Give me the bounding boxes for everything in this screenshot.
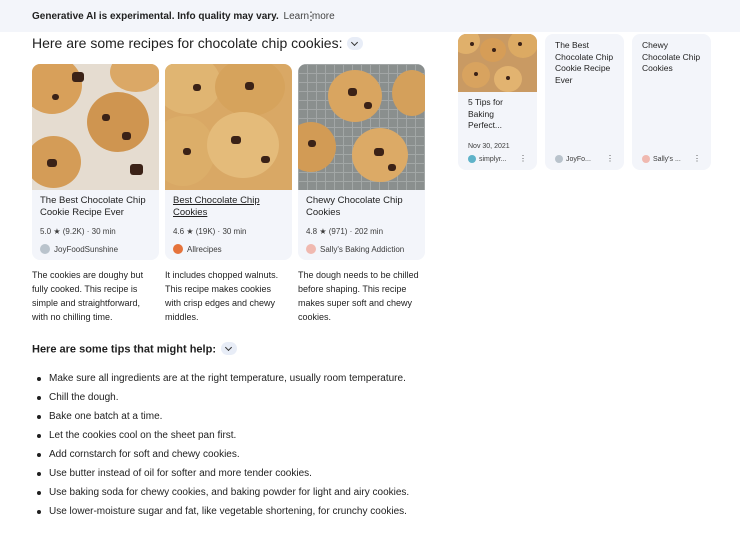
tip-item: Bake one batch at a time. [32,407,409,426]
chevron-down-icon[interactable] [347,36,364,50]
tips-heading: Here are some tips that might help: [32,342,237,356]
recipe-description: The cookies are doughy but fully cooked.… [32,270,144,322]
recipe-description: The dough needs to be chilled before sha… [298,270,419,322]
source-thumbnail [458,34,537,92]
tips-heading-text: Here are some tips that might help: [32,343,216,356]
site-favicon-icon [173,244,183,254]
source-date: Nov 30, 2021 [468,143,510,150]
recipe-source: Allrecipes [173,244,222,254]
recipe-image [298,64,425,190]
recipe-rating: 4.6 ★ (19K) · 30 min [173,227,247,236]
ai-disclaimer-bar: Generative AI is experimental. Info qual… [0,0,740,32]
recipe-rating: 5.0 ★ (9.2K) · 30 min [40,227,116,236]
source-title[interactable]: Chewy Chocolate Chip Cookies [642,40,702,75]
source-card[interactable]: 5 Tips for Baking Perfect... Nov 30, 202… [458,34,537,170]
recipe-image [32,64,159,190]
tip-item: Use lower-moisture sugar and fat, like v… [32,502,409,521]
site-favicon-icon [468,155,476,163]
more-vert-icon[interactable]: ⋮ [519,154,527,163]
recipe-description: It includes chopped walnuts. This recipe… [165,270,279,322]
tips-list: Make sure all ingredients are at the rig… [32,369,409,521]
site-favicon-icon [642,155,650,163]
source-site: Sally's ... [642,155,681,163]
tip-item: Use butter instead of oil for softer and… [32,464,409,483]
recipe-title[interactable]: The Best Chocolate Chip Cookie Recipe Ev… [40,195,154,218]
tip-item: Add cornstarch for soft and chewy cookie… [32,445,409,464]
source-title[interactable]: 5 Tips for Baking Perfect... [468,97,528,132]
star-icon: ★ [53,227,61,236]
chevron-down-icon[interactable] [220,342,237,355]
tip-item: Let the cookies cool on the sheet pan fi… [32,426,409,445]
source-site: JoyFo... [555,155,591,163]
recipe-image [165,64,292,190]
recipe-title[interactable]: Best Chocolate Chip Cookies [173,195,287,218]
recipe-card[interactable]: The Best Chocolate Chip Cookie Recipe Ev… [32,64,159,260]
more-vert-icon[interactable]: ⋮ [305,10,317,22]
source-card[interactable]: The Best Chocolate Chip Cookie Recipe Ev… [545,34,624,170]
star-icon: ★ [319,227,327,236]
source-title[interactable]: The Best Chocolate Chip Cookie Recipe Ev… [555,40,615,86]
star-icon: ★ [186,227,194,236]
recipe-title[interactable]: Chewy Chocolate Chip Cookies [306,195,420,218]
more-vert-icon[interactable]: ⋮ [693,154,701,163]
source-card[interactable]: Chewy Chocolate Chip Cookies Sally's ...… [632,34,711,170]
recipes-heading: Here are some recipes for chocolate chip… [32,35,364,51]
disclaimer-message: Generative AI is experimental. Info qual… [32,11,279,22]
recipes-heading-text: Here are some recipes for chocolate chip… [32,35,343,51]
site-favicon-icon [555,155,563,163]
tip-item: Chill the dough. [32,388,409,407]
source-site: simplyr... [468,155,507,163]
disclaimer-text: Generative AI is experimental. Info qual… [32,11,335,22]
recipe-card[interactable]: Chewy Chocolate Chip Cookies 4.8 ★ (971)… [298,64,425,260]
recipe-rating: 4.8 ★ (971) · 202 min [306,227,384,236]
site-favicon-icon [306,244,316,254]
tip-item: Use baking soda for chewy cookies, and b… [32,483,409,502]
recipe-source: JoyFoodSunshine [40,244,118,254]
recipe-card[interactable]: Best Chocolate Chip Cookies 4.6 ★ (19K) … [165,64,292,260]
more-vert-icon[interactable]: ⋮ [606,154,614,163]
tip-item: Make sure all ingredients are at the rig… [32,369,409,388]
recipe-source: Sally's Baking Addiction [306,244,404,254]
site-favicon-icon [40,244,50,254]
